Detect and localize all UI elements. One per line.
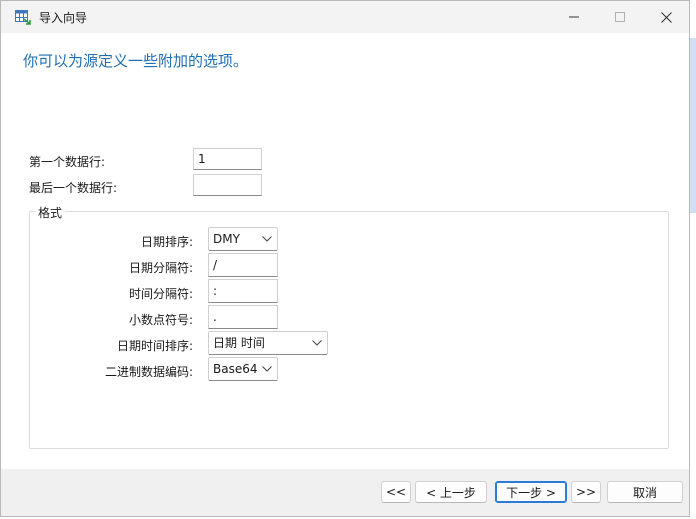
decimal-symbol-label: 小数点符号: [128, 313, 193, 327]
date-order-label: 日期排序: [140, 235, 193, 249]
chevron-down-icon [312, 332, 322, 354]
import-wizard-dialog: 导入向导 你可以为源定义一些附加的选项。 第一个数据行: 1 最后一个数据行: … [0, 0, 690, 517]
page-heading: 你可以为源定义一些附加的选项。 [23, 52, 249, 70]
close-button[interactable] [643, 1, 689, 33]
last-data-row-label: 最后一个数据行: [29, 181, 118, 195]
last-step-button[interactable]: >> [571, 481, 601, 503]
chevron-down-icon [262, 358, 272, 380]
maximize-button[interactable] [597, 1, 643, 33]
minimize-icon [569, 16, 579, 18]
first-data-row-label: 第一个数据行: [29, 155, 106, 169]
wizard-footer: << < 上一步 下一步 > >> 取消 [1, 469, 689, 516]
close-icon [660, 11, 672, 23]
title-bar[interactable]: 导入向导 [1, 1, 689, 33]
binary-encoding-select[interactable]: Base64 [208, 357, 278, 381]
window-title: 导入向导 [39, 11, 88, 25]
chevron-down-icon [262, 228, 272, 250]
date-separator-input[interactable]: / [208, 253, 278, 277]
date-order-select[interactable]: DMY [208, 227, 278, 251]
cancel-button[interactable]: 取消 [607, 481, 683, 503]
first-data-row-input[interactable]: 1 [193, 148, 262, 170]
table-import-icon [15, 9, 31, 25]
minimize-button[interactable] [551, 1, 597, 33]
datetime-order-label: 日期时间排序: [116, 339, 193, 353]
format-group-title: 格式 [35, 204, 66, 221]
date-order-value: DMY [213, 232, 240, 246]
binary-encoding-value: Base64 [213, 362, 258, 376]
maximize-icon [615, 12, 625, 22]
date-separator-label: 日期分隔符: [128, 261, 193, 275]
binary-encoding-label: 二进制数据编码: [104, 365, 193, 379]
datetime-order-select[interactable]: 日期 时间 [208, 331, 328, 355]
time-separator-input[interactable]: : [208, 279, 278, 303]
datetime-order-value: 日期 时间 [213, 336, 265, 350]
last-data-row-input[interactable] [193, 174, 262, 196]
next-button[interactable]: 下一步 > [495, 481, 567, 503]
previous-button[interactable]: < 上一步 [415, 481, 487, 503]
decimal-symbol-input[interactable]: . [208, 305, 278, 329]
time-separator-label: 时间分隔符: [128, 287, 193, 301]
first-step-button[interactable]: << [381, 481, 411, 503]
